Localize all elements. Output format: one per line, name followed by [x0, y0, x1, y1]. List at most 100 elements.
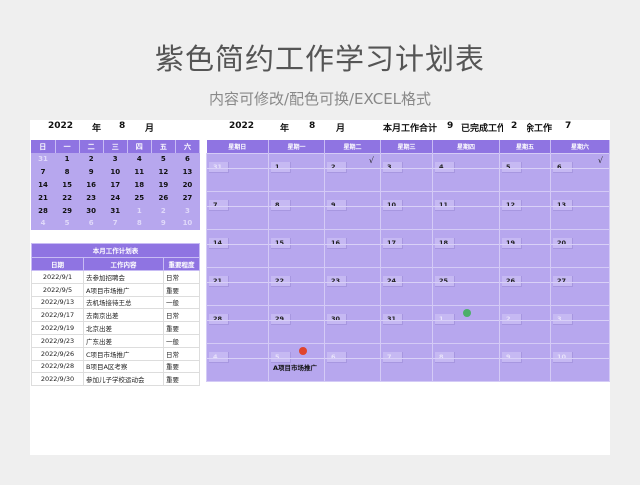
calendar-day-cell[interactable]: 9	[499, 342, 551, 382]
calendar-day-cell[interactable]: 9	[324, 190, 381, 230]
mini-day[interactable]: 21	[31, 191, 56, 205]
calendar-day-cell[interactable]: 11	[432, 190, 500, 230]
table-row[interactable]: 2022/9/26 C项目市场推广 日常	[31, 346, 200, 361]
calendar-day-cell[interactable]: 17	[380, 228, 433, 268]
calendar-day-cell[interactable]: 27	[550, 266, 610, 306]
calendar-day-cell[interactable]: 13	[550, 190, 610, 230]
calendar-day-cell[interactable]: 2 √	[324, 152, 381, 192]
mini-day[interactable]: 24	[103, 191, 128, 205]
calendar-day-cell[interactable]: 18	[432, 228, 500, 268]
mini-day[interactable]: 5	[55, 216, 80, 230]
mini-day[interactable]: 1	[127, 204, 152, 217]
calendar-day-cell[interactable]: 29	[268, 304, 325, 344]
calendar-day-cell[interactable]: 5	[499, 152, 551, 192]
mini-day[interactable]: 12	[151, 165, 176, 179]
mini-day[interactable]: 31	[103, 204, 128, 217]
calendar-day-cell[interactable]: 4	[432, 152, 500, 192]
calendar-day-cell[interactable]: 31	[206, 152, 269, 192]
calendar-day-cell[interactable]: 28	[206, 304, 269, 344]
table-row[interactable]: 2022/9/5 A项目市场推广 重要	[31, 282, 200, 297]
mini-day[interactable]: 18	[127, 178, 152, 192]
table-row[interactable]: 2022/9/30 参加儿子学校运动会 重要	[31, 372, 200, 387]
calendar-day-cell[interactable]: 23	[324, 266, 381, 306]
calendar-day-cell[interactable]: 19	[499, 228, 551, 268]
mini-day[interactable]: 6	[175, 153, 200, 166]
mini-day[interactable]: 1	[55, 153, 80, 166]
mini-day[interactable]: 29	[55, 204, 80, 217]
calendar-day-cell[interactable]: 7	[206, 190, 269, 230]
calendar-day-cell[interactable]: 14	[206, 228, 269, 268]
plan-cell: 重要	[163, 282, 200, 297]
calendar-day-cell[interactable]: 31	[380, 304, 433, 344]
calendar-day-cell[interactable]: 12	[499, 190, 551, 230]
mini-day[interactable]: 3	[175, 204, 200, 217]
calendar-day-cell[interactable]: 1	[268, 152, 325, 192]
plan-cell: 重要	[163, 372, 200, 387]
calendar-day-cell[interactable]: 6	[324, 342, 381, 382]
calendar-day-cell[interactable]: 30	[324, 304, 381, 344]
mini-day[interactable]: 26	[151, 191, 176, 205]
mini-day[interactable]: 9	[151, 216, 176, 230]
calendar-day-cell[interactable]: 8	[432, 342, 500, 382]
mini-day[interactable]: 8	[55, 165, 80, 179]
calendar-day-cell[interactable]: 7	[380, 342, 433, 382]
calendar-day-cell[interactable]: 5 A项目市场推广	[268, 342, 325, 382]
table-row[interactable]: 2022/9/23 广东出差 一般	[31, 333, 200, 348]
calendar-day-cell[interactable]: 21	[206, 266, 269, 306]
mini-day[interactable]: 7	[103, 216, 128, 230]
mini-day[interactable]: 4	[127, 153, 152, 166]
calendar-day-cell[interactable]: 24	[380, 266, 433, 306]
mini-day[interactable]: 10	[103, 165, 128, 179]
mini-day[interactable]: 6	[79, 216, 104, 230]
mini-day[interactable]: 3	[103, 153, 128, 166]
mini-day[interactable]: 31	[31, 153, 56, 166]
calendar-day-cell[interactable]: 22	[268, 266, 325, 306]
calendar-day-cell[interactable]: 15	[268, 228, 325, 268]
mini-day[interactable]: 2	[151, 204, 176, 217]
calendar-day-cell[interactable]: 1	[432, 304, 500, 344]
mini-day[interactable]: 13	[175, 165, 200, 179]
table-row[interactable]: 2022/9/19 北京出差 重要	[31, 321, 200, 335]
mini-day[interactable]: 30	[79, 204, 104, 217]
table-row[interactable]: 2022/9/17 去南京出差 日常	[31, 308, 200, 323]
big-weekday-row: 星期日 星期一 星期二 星期三 星期四 星期五 星期六	[206, 140, 610, 153]
cell-divider	[325, 167, 380, 169]
mini-day[interactable]: 27	[175, 191, 200, 205]
mini-day[interactable]: 16	[79, 178, 104, 192]
mini-day[interactable]: 25	[127, 191, 152, 205]
mini-day[interactable]: 23	[79, 191, 104, 205]
mini-day[interactable]: 5	[151, 153, 176, 166]
table-row[interactable]: 2022/9/13 去机场接待王总 一般	[31, 295, 200, 310]
mini-day[interactable]: 7	[31, 165, 56, 179]
table-row[interactable]: 2022/9/28 B项目A区考察 重要	[31, 359, 200, 374]
calendar-day-cell[interactable]: 26	[499, 266, 551, 306]
mini-day[interactable]: 2	[79, 153, 104, 166]
mini-day[interactable]: 14	[31, 178, 56, 192]
calendar-day-cell[interactable]: 10	[380, 190, 433, 230]
mini-day[interactable]: 10	[175, 216, 200, 230]
calendar-day-cell[interactable]: 2	[499, 304, 551, 344]
calendar-day-cell[interactable]: 6 √	[550, 152, 610, 192]
calendar-day-cell[interactable]: 3	[380, 152, 433, 192]
mini-day[interactable]: 28	[31, 204, 56, 217]
calendar-day-cell[interactable]: 8	[268, 190, 325, 230]
remain-label: 剩余工作	[527, 124, 552, 134]
calendar-day-cell[interactable]: 20	[550, 228, 610, 268]
calendar-day-cell[interactable]: 25	[432, 266, 500, 306]
mini-day[interactable]: 20	[175, 178, 200, 192]
mini-day[interactable]: 17	[103, 178, 128, 192]
calendar-day-cell[interactable]: 10	[550, 342, 610, 382]
mini-day[interactable]: 19	[151, 178, 176, 192]
mini-day[interactable]: 4	[31, 216, 56, 230]
mini-day[interactable]: 11	[127, 165, 152, 179]
mini-day[interactable]: 8	[127, 216, 152, 230]
mini-day[interactable]: 22	[55, 191, 80, 205]
mini-day[interactable]: 9	[79, 165, 104, 179]
calendar-day-cell[interactable]: 16	[324, 228, 381, 268]
cell-divider	[207, 167, 268, 169]
table-row[interactable]: 2022/9/1 去参加招聘会 日常	[31, 270, 200, 284]
mini-day[interactable]: 15	[55, 178, 80, 192]
calendar-day-cell[interactable]: 4	[206, 342, 269, 382]
calendar-day-cell[interactable]: 3	[550, 304, 610, 344]
mini-month: 8	[119, 121, 126, 131]
